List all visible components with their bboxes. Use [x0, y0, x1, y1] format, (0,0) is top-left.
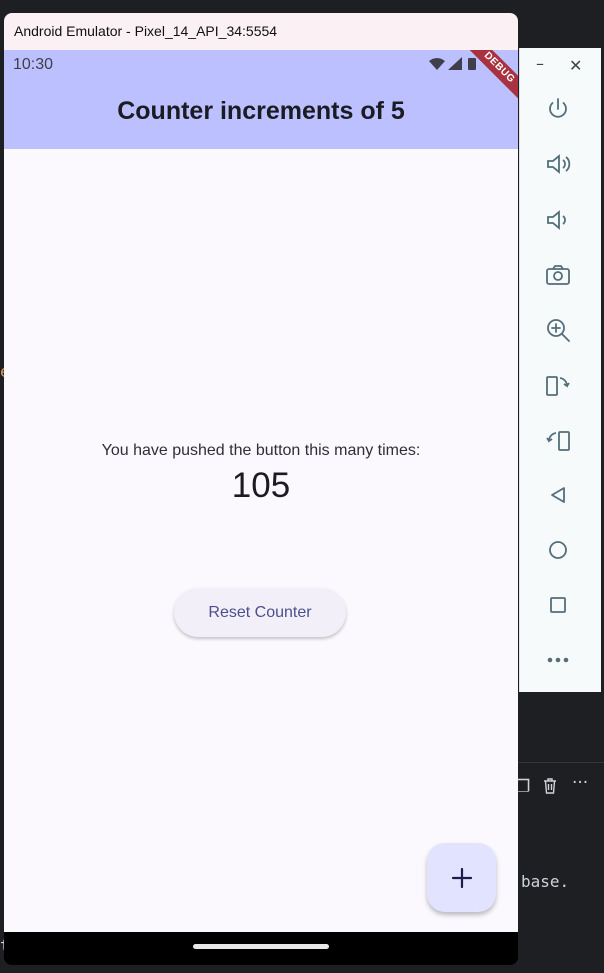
app-bar: 10:30 Counter increments of 5 DEBUG [4, 50, 518, 149]
signal-icon [448, 57, 462, 70]
battery-icon [468, 58, 476, 70]
app-title: Counter increments of 5 [117, 97, 405, 125]
emulator-window: Android Emulator - Pixel_14_API_34:5554 … [4, 13, 518, 965]
rotate-left-icon[interactable] [543, 370, 573, 400]
status-icons [428, 56, 484, 72]
zoom-in-icon[interactable] [543, 315, 573, 345]
ide-background-panel [519, 692, 604, 762]
window-title: Android Emulator - Pixel_14_API_34:5554 [4, 13, 518, 50]
volume-down-icon[interactable] [543, 205, 573, 235]
ide-background-top [519, 0, 604, 12]
add-icon [451, 867, 472, 888]
more-options-icon[interactable]: ··· [572, 773, 588, 793]
close-icon[interactable]: ✕ [569, 56, 582, 75]
back-icon[interactable] [543, 480, 573, 510]
phone-screen: 10:30 Counter increments of 5 DEBUG You … [4, 50, 518, 932]
status-time: 10:30 [13, 56, 54, 73]
minimize-icon[interactable]: – [536, 54, 544, 73]
power-icon[interactable] [543, 94, 573, 124]
camera-icon[interactable] [543, 260, 573, 290]
wifi-icon [429, 58, 445, 70]
ide-toolbar: ❐ ··· [512, 762, 604, 809]
gesture-handle[interactable] [193, 944, 329, 949]
rotate-right-icon[interactable] [543, 425, 573, 455]
reset-counter-button[interactable]: Reset Counter [174, 588, 346, 637]
more-icon[interactable] [543, 645, 573, 675]
overview-icon[interactable] [543, 590, 573, 620]
emulator-controls-panel: – ✕ [519, 48, 601, 692]
ide-code-fragment: base. [521, 872, 570, 891]
trash-icon[interactable] [542, 777, 558, 800]
volume-up-icon[interactable] [543, 149, 573, 179]
counter-value: 105 [231, 466, 291, 505]
system-nav-bar [4, 932, 518, 965]
increment-fab[interactable] [427, 843, 496, 912]
counter-label: You have pushed the button this many tim… [101, 442, 421, 459]
home-icon[interactable] [543, 535, 573, 565]
